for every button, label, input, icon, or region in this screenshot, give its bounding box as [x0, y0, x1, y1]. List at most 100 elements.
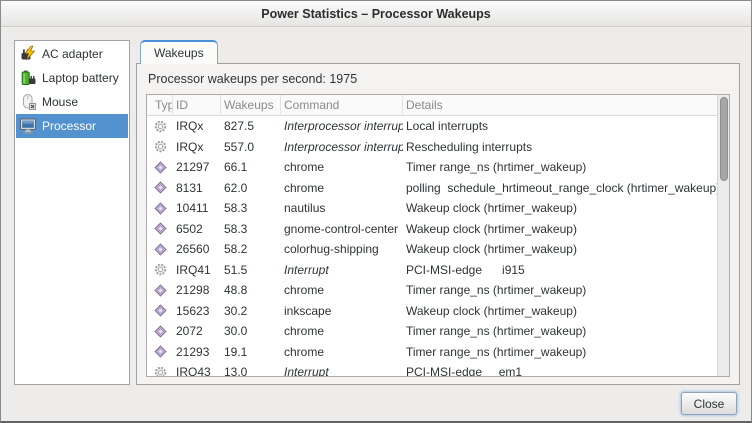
table-row[interactable]: 8131 62.0 chrome polling schedule_hrtime…	[147, 178, 729, 199]
table-row[interactable]: 6502 58.3 gnome-control-center Wakeup cl…	[147, 219, 729, 240]
table-row[interactable]: 26560 58.2 colorhug-shipping Wakeup cloc…	[147, 239, 729, 260]
id-cell: 26560	[173, 242, 221, 256]
command-cell: Interprocessor interrupt	[281, 140, 403, 154]
process-icon	[154, 345, 167, 358]
type-cell	[147, 120, 173, 133]
process-icon	[154, 284, 167, 297]
column-header-command[interactable]: Command	[281, 95, 403, 116]
tab-label: Wakeups	[154, 46, 204, 60]
type-cell	[147, 263, 173, 276]
wakeups-cell: 48.8	[221, 283, 281, 297]
id-cell: 21298	[173, 283, 221, 297]
table-body: IRQx 827.5 Interprocessor interrupt Loca…	[147, 116, 729, 377]
table-row[interactable]: IRQx 827.5 Interprocessor interrupt Loca…	[147, 116, 729, 137]
process-icon	[154, 243, 167, 256]
process-icon	[154, 325, 167, 338]
details-cell: PCI-MSI-edge i915	[403, 263, 729, 277]
table-row[interactable]: 21298 48.8 chrome Timer range_ns (hrtime…	[147, 280, 729, 301]
table-row[interactable]: IRQ43 13.0 Interrupt PCI-MSI-edge em1	[147, 362, 729, 377]
laptop-battery-icon	[19, 69, 37, 87]
sidebar-item-laptop-battery[interactable]: Laptop battery	[16, 66, 128, 90]
wakeups-cell: 58.3	[221, 201, 281, 215]
id-cell: 21297	[173, 160, 221, 174]
command-cell: Interprocessor interrupt	[281, 119, 403, 133]
tab-wakeups[interactable]: Wakeups	[140, 40, 218, 64]
gear-icon	[154, 120, 167, 133]
wakeups-table: TypeIDWakeupsCommandDetails IRQx 827.	[146, 94, 730, 377]
type-cell	[147, 181, 173, 194]
id-cell: IRQ41	[173, 263, 221, 277]
process-icon	[154, 304, 167, 317]
scrollbar-thumb[interactable]	[720, 97, 728, 181]
type-cell	[147, 366, 173, 377]
details-cell: Local interrupts	[403, 119, 729, 133]
table-row[interactable]: 21293 19.1 chrome Timer range_ns (hrtime…	[147, 342, 729, 363]
wakeups-cell: 58.3	[221, 222, 281, 236]
wakeups-cell: 58.2	[221, 242, 281, 256]
action-area: Close	[1, 385, 751, 415]
column-header-wakeups[interactable]: Wakeups	[221, 95, 281, 116]
wakeups-cell: 13.0	[221, 365, 281, 377]
device-list: AC adapter Laptop battery	[14, 40, 130, 385]
command-cell: chrome	[281, 160, 403, 174]
power-statistics-window: Power Statistics – Processor Wakeups AC …	[0, 0, 752, 423]
column-header-type[interactable]: Type	[147, 95, 173, 116]
notebook: Wakeups Processor wakeups per second: 19…	[136, 40, 740, 385]
sidebar-item-label: Laptop battery	[42, 71, 119, 85]
sidebar-item-processor[interactable]: Processor	[16, 114, 128, 138]
details-cell: Wakeup clock (hrtimer_wakeup)	[403, 222, 729, 236]
sidebar-item-label: Mouse	[42, 95, 78, 109]
table-row[interactable]: IRQ41 51.5 Interrupt PCI-MSI-edge i915	[147, 260, 729, 281]
table-row[interactable]: 2072 30.0 chrome Timer range_ns (hrtimer…	[147, 321, 729, 342]
wakeups-cell: 557.0	[221, 140, 281, 154]
gear-icon	[154, 366, 167, 377]
mouse-icon	[19, 93, 37, 111]
tab-bar: Wakeups	[136, 40, 740, 63]
vertical-scrollbar[interactable]	[717, 95, 729, 376]
id-cell: 21293	[173, 345, 221, 359]
column-header-id[interactable]: ID	[173, 95, 221, 116]
ac-adapter-icon	[19, 45, 37, 63]
id-cell: 6502	[173, 222, 221, 236]
id-cell: IRQx	[173, 119, 221, 133]
process-icon	[154, 161, 167, 174]
details-cell: Timer range_ns (hrtimer_wakeup)	[403, 160, 729, 174]
wakeups-cell: 30.2	[221, 304, 281, 318]
sidebar-item-mouse[interactable]: Mouse	[16, 90, 128, 114]
type-cell	[147, 284, 173, 297]
wakeups-summary: Processor wakeups per second: 1975	[146, 71, 730, 94]
command-cell: gnome-control-center	[281, 222, 403, 236]
command-cell: colorhug-shipping	[281, 242, 403, 256]
table-row[interactable]: 21297 66.1 chrome Timer range_ns (hrtime…	[147, 157, 729, 178]
table-row[interactable]: IRQx 557.0 Interprocessor interrupt Resc…	[147, 137, 729, 158]
wakeups-cell: 62.0	[221, 181, 281, 195]
table-row[interactable]: 15623 30.2 inkscape Wakeup clock (hrtime…	[147, 301, 729, 322]
type-cell	[147, 140, 173, 153]
process-icon	[154, 181, 167, 194]
command-cell: chrome	[281, 345, 403, 359]
sidebar-item-ac-adapter[interactable]: AC adapter	[16, 42, 128, 66]
wakeups-cell: 66.1	[221, 160, 281, 174]
id-cell: 10411	[173, 201, 221, 215]
details-cell: Wakeup clock (hrtimer_wakeup)	[403, 201, 729, 215]
gear-icon	[154, 263, 167, 276]
type-cell	[147, 345, 173, 358]
id-cell: IRQ43	[173, 365, 221, 377]
details-cell: Rescheduling interrupts	[403, 140, 729, 154]
details-cell: Timer range_ns (hrtimer_wakeup)	[403, 324, 729, 338]
type-cell	[147, 202, 173, 215]
details-cell: Wakeup clock (hrtimer_wakeup)	[403, 304, 729, 318]
command-cell: chrome	[281, 324, 403, 338]
titlebar[interactable]: Power Statistics – Processor Wakeups	[1, 1, 751, 27]
id-cell: IRQx	[173, 140, 221, 154]
window-title: Power Statistics – Processor Wakeups	[261, 7, 491, 21]
table-row[interactable]: 10411 58.3 nautilus Wakeup clock (hrtime…	[147, 198, 729, 219]
command-cell: inkscape	[281, 304, 403, 318]
process-icon	[154, 222, 167, 235]
column-header-details[interactable]: Details	[403, 95, 729, 116]
type-cell	[147, 325, 173, 338]
command-cell: Interrupt	[281, 365, 403, 377]
type-cell	[147, 161, 173, 174]
processor-icon	[19, 117, 37, 135]
close-button[interactable]: Close	[681, 392, 737, 415]
